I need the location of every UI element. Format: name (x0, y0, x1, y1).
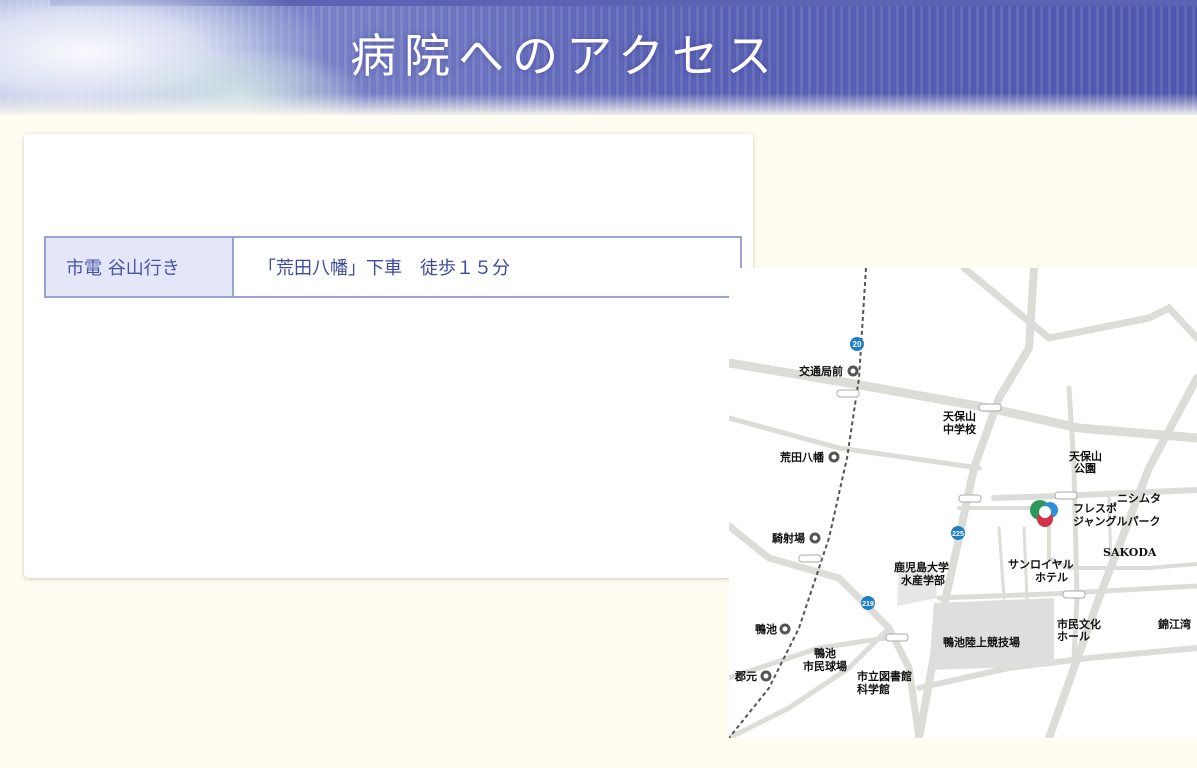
map-place-label: 天保山 (943, 409, 976, 423)
route-badge-219: 219 (861, 596, 875, 610)
station-marker (779, 623, 791, 635)
svg-text:20: 20 (853, 340, 862, 349)
map-place-label: 鹿児島大学 (894, 560, 949, 574)
map-place-label: ニシムタ (1117, 492, 1161, 505)
map-place-label: ホテル (1035, 571, 1068, 584)
map-place-label: 鴨池 (814, 646, 836, 660)
map-canvas: 20 225 219 交通局前 荒田八幡 騎射場 鴨池 郡元 天保山 中学校 天… (729, 268, 1197, 738)
map-station-label: 郡元 (734, 670, 757, 683)
map-place-label: 中学校 (943, 422, 977, 436)
station-marker (760, 670, 772, 682)
map-place-label: ホール (1057, 630, 1090, 643)
map-station-label: 騎射場 (772, 531, 805, 545)
map-place-label: フレスポ (1073, 501, 1117, 515)
map-station-label: 荒田八幡 (779, 450, 825, 464)
map-place-label: サンロイヤル (1008, 558, 1074, 571)
stadium-area (929, 598, 1054, 670)
map-place-label: ジャングルパーク (1073, 514, 1160, 528)
map-station-label: 鴨池 (755, 622, 777, 636)
map-place-label: 天保山 (1069, 449, 1102, 463)
map-place-label: 市民球場 (803, 659, 847, 673)
page-header: 病院へのアクセス (0, 0, 1197, 115)
header-fade (0, 93, 1197, 115)
svg-text:219: 219 (862, 601, 874, 608)
station-marker (847, 365, 859, 377)
map-place-label: 公園 (1074, 462, 1096, 475)
map-station-label: 交通局前 (799, 364, 843, 378)
route-badge-20: 20 (850, 337, 864, 351)
access-table: 市電 谷山行き 「荒田八幡」下車 徒歩１５分 (44, 236, 742, 298)
access-card: 市電 谷山行き 「荒田八幡」下車 徒歩１５分 (24, 134, 753, 578)
table-row: 市電 谷山行き 「荒田八幡」下車 徒歩１５分 (45, 237, 741, 297)
map-place-label: 市民文化 (1057, 617, 1101, 631)
map-place-label: 錦江湾 (1158, 617, 1191, 631)
map-place-label: 科学館 (857, 682, 890, 696)
route-badge-225: 225 (951, 526, 965, 540)
map-place-label: 市立図書館 (857, 669, 912, 683)
map-place-label: 水産学部 (901, 573, 945, 587)
map-place-label: 鴨池陸上競技場 (943, 635, 1020, 649)
access-map: 20 225 219 交通局前 荒田八幡 騎射場 鴨池 郡元 天保山 中学校 天… (729, 268, 1197, 738)
transport-directions: 「荒田八幡」下車 徒歩１５分 (258, 258, 510, 279)
transport-label: 市電 谷山行き (45, 237, 234, 297)
station-marker (809, 532, 821, 544)
map-place-label: SAKODA (1103, 546, 1157, 559)
page-title: 病院へのアクセス (350, 29, 780, 83)
svg-text:225: 225 (952, 531, 964, 538)
station-marker (828, 451, 840, 463)
